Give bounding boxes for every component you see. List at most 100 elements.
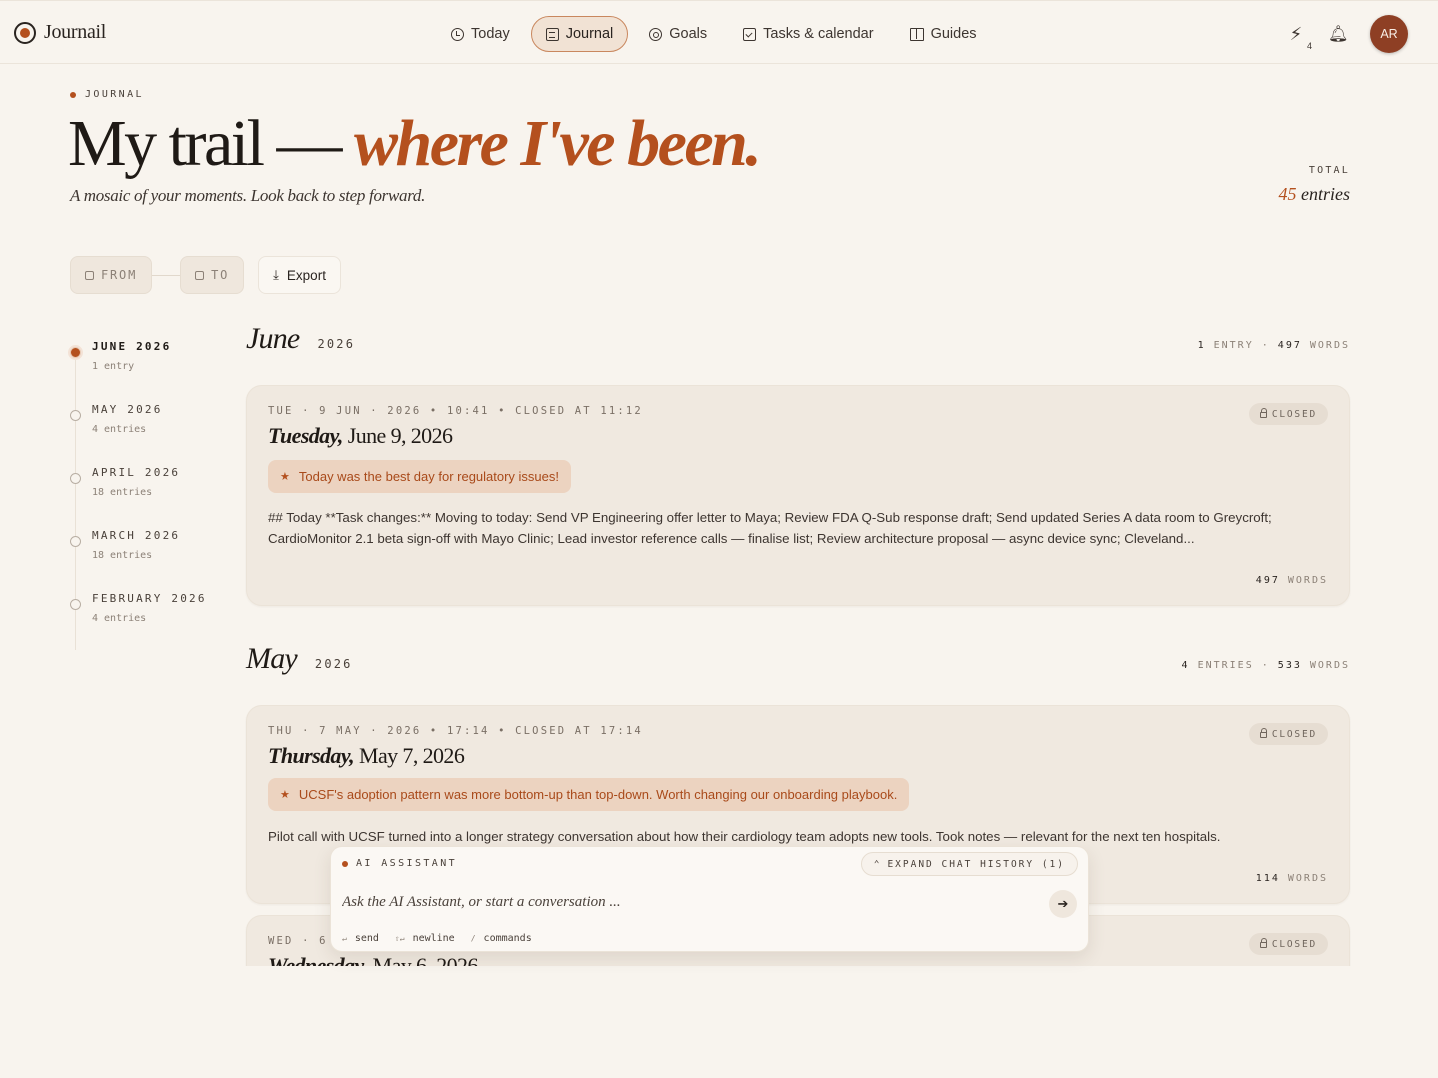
entry-date: Tuesday, June 9, 2026 xyxy=(268,423,453,449)
nav-goals-label: Goals xyxy=(669,26,708,42)
month-word-label: WORDS xyxy=(1309,340,1350,351)
expand-chat-history-button[interactable]: ⌃ EXPAND CHAT HISTORY (1) xyxy=(860,852,1078,876)
assistant-label: AI ASSISTANT xyxy=(356,858,458,869)
nav-tasks-label: Tasks & calendar xyxy=(763,26,874,42)
send-button[interactable]: ➔ xyxy=(1049,890,1077,918)
month-name: May xyxy=(246,642,298,675)
total-count: 45 xyxy=(1278,184,1297,204)
month-timeline: JUNE 2026 1 entry MAY 2026 4 entries APR… xyxy=(70,340,220,655)
timeline-month: MARCH 2026 xyxy=(92,529,181,542)
clock-icon xyxy=(451,27,464,41)
page-subtitle: A mosaic of your moments. Look back to s… xyxy=(70,186,426,205)
month-stats: 4 ENTRIES · 533 WORDS xyxy=(1181,660,1350,671)
arrow-right-icon: ➔ xyxy=(1057,896,1069,911)
status-badge: CLOSED xyxy=(1248,933,1328,955)
bell-icon: 🔔︎ xyxy=(1328,26,1349,43)
timeline-month: JUNE 2026 xyxy=(92,340,172,353)
month-word-label: WORDS xyxy=(1309,660,1350,671)
assistant-input[interactable] xyxy=(342,894,1022,911)
app-name: Journail xyxy=(44,21,107,43)
title-plain: My trail — xyxy=(68,107,342,180)
month-header-may: May 2026 4 ENTRIES · 533 WORDS xyxy=(246,642,1350,676)
calendar-icon xyxy=(85,270,94,280)
month-word-count: 497 xyxy=(1277,340,1302,351)
entry-meta: WED · 6 xyxy=(268,935,328,947)
page-title: My trail — where I've been. xyxy=(68,104,762,184)
accent-dot xyxy=(70,91,76,98)
timeline-item-february-2026[interactable]: FEBRUARY 2026 4 entries xyxy=(70,592,220,655)
timeline-month: MAY 2026 xyxy=(92,403,163,416)
notifications-button[interactable]: 🔔︎ xyxy=(1328,24,1348,44)
logo-icon xyxy=(14,21,36,44)
month-entry-label: ENTRIES xyxy=(1197,660,1254,671)
entry-highlight: ★ UCSF's adoption pattern was more botto… xyxy=(268,778,910,811)
entry-meta: THU · 7 MAY · 2026 • 17:14 • CLOSED AT 1… xyxy=(268,725,643,737)
keyboard-hints: ↵ send ⇧↵ newline / commands xyxy=(342,933,532,944)
total-label: TOTAL xyxy=(1308,165,1350,176)
timeline-count: 1 entry xyxy=(92,361,135,372)
hint-label: send xyxy=(354,933,379,944)
month-entry-label: ENTRY xyxy=(1213,340,1254,351)
bolt-icon: ⚡︎ xyxy=(1289,23,1303,44)
nav-guides[interactable]: Guides xyxy=(895,16,992,52)
chevron-up-icon: ⌃ xyxy=(873,858,882,870)
word-label: WORDS xyxy=(1287,575,1328,586)
nav-journal-label: Journal xyxy=(565,26,614,42)
lock-icon xyxy=(1259,728,1268,738)
from-date-button[interactable]: FROM xyxy=(70,256,153,294)
status-badge: CLOSED xyxy=(1248,723,1328,745)
word-label: WORDS xyxy=(1287,873,1328,884)
brand[interactable]: Journail xyxy=(14,21,106,44)
timeline-item-april-2026[interactable]: APRIL 2026 18 entries xyxy=(70,466,220,529)
page-eyebrow: JOURNAL xyxy=(70,89,144,100)
timeline-count: 18 entries xyxy=(92,487,153,498)
timeline-dot xyxy=(70,410,81,421)
status-label: CLOSED xyxy=(1271,408,1317,420)
month-word-count: 533 xyxy=(1277,660,1302,671)
total-summary: TOTAL 45 entries xyxy=(1279,165,1351,205)
title-accent: where I've been. xyxy=(353,107,762,180)
hint-label: commands xyxy=(483,933,532,944)
timeline-count: 4 entries xyxy=(92,424,147,435)
entry-date: Thursday, May 7, 2026 xyxy=(268,743,465,769)
nav-guides-label: Guides xyxy=(930,26,977,42)
word-count: 114 xyxy=(1255,873,1280,884)
timeline-item-march-2026[interactable]: MARCH 2026 18 entries xyxy=(70,529,220,592)
nav-today[interactable]: Today xyxy=(436,16,525,52)
nav-goals[interactable]: Goals xyxy=(634,16,722,52)
timeline-count: 18 entries xyxy=(92,550,153,561)
star-icon: ★ xyxy=(280,471,290,483)
enter-key-icon: ↵ xyxy=(342,934,347,943)
shift-enter-key-icon: ⇧↵ xyxy=(394,934,405,943)
calendar-icon xyxy=(195,270,205,280)
export-button[interactable]: ⤓ Export xyxy=(258,256,341,294)
download-icon: ⤓ xyxy=(273,267,279,282)
timeline-count: 4 entries xyxy=(92,613,147,624)
status-label: CLOSED xyxy=(1271,728,1317,740)
status-badge: CLOSED xyxy=(1248,403,1328,425)
avatar[interactable]: AR xyxy=(1370,15,1408,53)
timeline-item-may-2026[interactable]: MAY 2026 4 entries xyxy=(70,403,220,466)
month-entry-count: 1 xyxy=(1197,340,1206,351)
word-count: 497 xyxy=(1255,575,1280,586)
timeline-dot xyxy=(70,347,81,358)
lock-icon xyxy=(1259,938,1268,948)
timeline-month: APRIL 2026 xyxy=(92,466,181,479)
journal-icon xyxy=(545,27,559,41)
to-date-button[interactable]: TO xyxy=(180,256,245,294)
timeline-dot xyxy=(70,536,81,547)
entry-body: ## Today **Task changes:** Moving to tod… xyxy=(268,510,1272,546)
eyebrow-label: JOURNAL xyxy=(85,89,144,100)
highlight-text: Today was the best day for regulatory is… xyxy=(298,469,560,484)
filter-divider xyxy=(152,274,181,276)
timeline-item-june-2026[interactable]: JUNE 2026 1 entry xyxy=(70,340,220,403)
expand-label: EXPAND CHAT HISTORY (1) xyxy=(887,858,1065,870)
entry-word-count: 114 WORDS xyxy=(1256,873,1328,884)
nav-journal[interactable]: Journal xyxy=(530,16,629,52)
month-stats: 1 ENTRY · 497 WORDS xyxy=(1197,340,1350,351)
lock-icon xyxy=(1259,408,1268,418)
journal-entry-card[interactable]: TUE · 9 JUN · 2026 • 10:41 • CLOSED AT 1… xyxy=(246,385,1350,606)
status-label: CLOSED xyxy=(1271,938,1317,950)
nav-tasks-calendar[interactable]: Tasks & calendar xyxy=(728,16,888,52)
bolt-button[interactable]: ⚡︎ 4 xyxy=(1286,23,1312,51)
